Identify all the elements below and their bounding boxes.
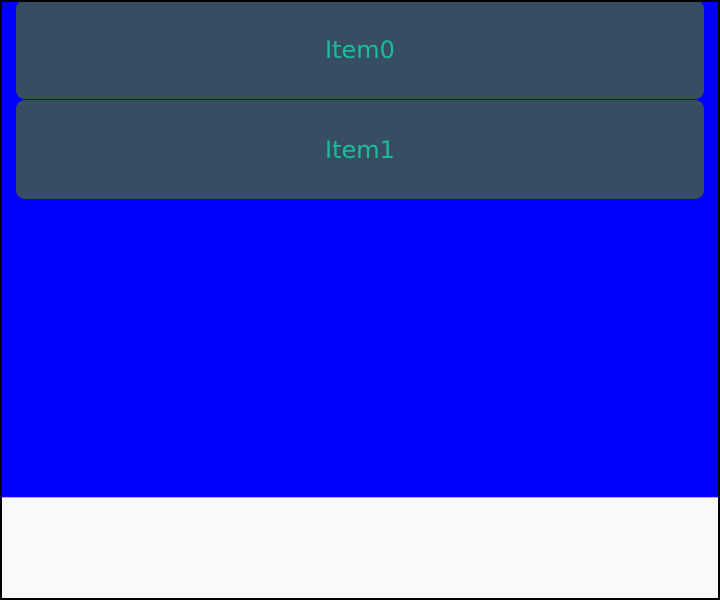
app-window: Item0 Item1 [0, 0, 720, 600]
list-item-label: Item0 [325, 35, 395, 64]
item-list[interactable]: Item0 Item1 [2, 2, 718, 498]
list-item-label: Item1 [325, 135, 395, 164]
list-item-1[interactable]: Item1 [16, 100, 704, 199]
bottom-panel [2, 498, 718, 598]
list-item-0[interactable]: Item0 [16, 2, 704, 99]
